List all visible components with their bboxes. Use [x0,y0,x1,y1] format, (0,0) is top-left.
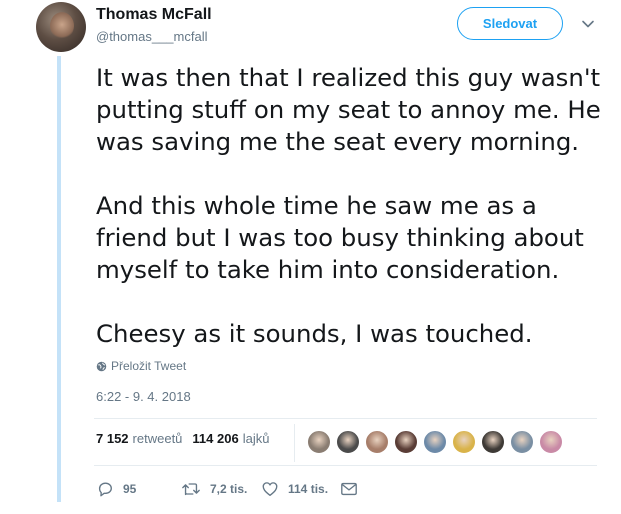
retweets-stat[interactable]: 7 152 retweetů [96,431,182,446]
tweet-line: It was then that I realized this guy was… [96,63,601,92]
tweet-line: was saving me the seat every morning. [96,127,580,156]
liker-avatar[interactable] [307,430,331,454]
tweet-paragraph: It was then that I realized this guy was… [96,62,616,158]
tweet-line: friend but I was too busy thinking about [96,223,584,252]
like-button[interactable]: 114 tis. [261,480,340,498]
liker-avatar[interactable] [394,430,418,454]
retweets-count: 7 152 [96,431,129,446]
avatar[interactable] [36,2,86,52]
divider [94,418,597,419]
message-icon [341,482,357,496]
tweet-paragraph: Cheesy as it sounds, I was touched. [96,318,616,350]
liker-avatar[interactable] [539,430,563,454]
translate-tweet-link[interactable]: Přeložit Tweet [96,359,186,373]
author-name[interactable]: Thomas McFall [96,6,212,24]
follow-button[interactable]: Sledovat [457,7,563,40]
retweets-label: retweetů [132,431,183,446]
tweet-paragraph: And this whole time he saw me as a frien… [96,190,616,286]
liker-avatar[interactable] [423,430,447,454]
tweet-line: myself to take him into consideration. [96,255,560,284]
likes-count: 114 206 [192,431,239,446]
tweet-line: Cheesy as it sounds, I was touched. [96,319,533,348]
reply-count: 95 [123,482,137,496]
tweet-stats: 7 152 retweetů 114 206 lajků [96,431,279,446]
tweet-text: It was then that I realized this guy was… [96,62,616,350]
retweet-icon [182,483,200,496]
likes-stat[interactable]: 114 206 lajků [192,431,269,446]
liker-avatar[interactable] [510,430,534,454]
reply-button[interactable]: 95 [96,480,181,498]
author-handle[interactable]: @thomas___mcfall [96,29,207,44]
liker-avatar[interactable] [452,430,476,454]
liker-avatar[interactable] [336,430,360,454]
likes-label: lajků [242,431,270,446]
liker-avatar[interactable] [481,430,505,454]
liker-avatar[interactable] [365,430,389,454]
tweet-actions: 95 7,2 tis. 114 tis. [96,480,367,498]
direct-message-button[interactable] [340,481,367,497]
tweet-line: putting stuff on my seat to annoy me. He [96,95,601,124]
like-count: 114 tis. [288,482,329,496]
divider [94,465,597,466]
retweet-button[interactable]: 7,2 tis. [181,480,261,498]
translate-label[interactable]: Přeložit Tweet [111,359,186,373]
globe-icon [96,361,107,371]
retweet-count: 7,2 tis. [210,482,248,496]
reply-icon [98,482,112,497]
tweet-timestamp[interactable]: 6:22 - 9. 4. 2018 [96,389,191,404]
tweet-line: And this whole time he saw me as a [96,191,537,220]
chevron-down-icon[interactable] [580,16,596,32]
heart-icon [262,482,278,496]
thread-line [57,56,61,502]
stats-separator [294,424,295,462]
